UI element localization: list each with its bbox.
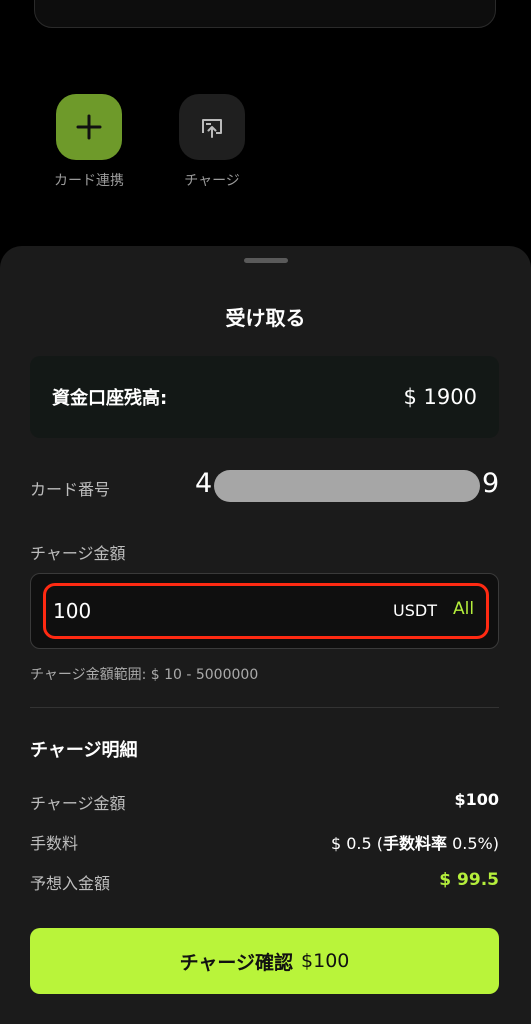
link-card-action[interactable]: カード連携 — [34, 94, 144, 190]
page: カード連携 チャージ 受け取る 資金口座残高: $ 1900 カード番号 4 9… — [0, 0, 531, 1024]
confirm-amount: $100 — [301, 950, 350, 972]
charge-action[interactable]: チャージ — [157, 94, 267, 190]
card-number-row: カード番号 4 9 — [30, 468, 500, 504]
card-number-mask — [214, 470, 480, 502]
detail-row-fee: 手数料 $ 0.5 (手数料率 0.5%) — [30, 830, 499, 854]
link-card-button[interactable] — [56, 94, 122, 160]
balance-box: 資金口座残高: $ 1900 — [30, 356, 499, 438]
detail-row-amount: チャージ金額 $100 — [30, 790, 499, 814]
detail-amount-label: チャージ金額 — [30, 794, 126, 813]
sheet-drag-handle[interactable] — [244, 258, 288, 263]
detail-expected-label: 予想入金額 — [30, 874, 111, 893]
details-title: チャージ明細 — [30, 740, 138, 761]
amount-range-text: チャージ金額範囲: $ 10 - 5000000 — [30, 667, 259, 683]
card-number-last-digit: 9 — [482, 468, 500, 499]
detail-amount-value: $100 — [454, 790, 499, 809]
fee-rate-value: 0.5%) — [447, 834, 499, 853]
confirm-label: チャージ確認 — [179, 951, 294, 974]
amount-unit: USDT — [393, 601, 437, 620]
link-card-label: カード連携 — [54, 173, 124, 189]
divider — [30, 707, 499, 708]
confirm-charge-button[interactable]: チャージ確認 $100 — [30, 928, 499, 994]
card-number-label: カード番号 — [30, 480, 111, 499]
receive-sheet: 受け取る 資金口座残高: $ 1900 カード番号 4 9 チャージ金額 USD… — [0, 246, 531, 1024]
sheet-title: 受け取る — [225, 306, 306, 330]
all-amount-button[interactable]: All — [453, 599, 474, 619]
card-preview — [34, 0, 496, 28]
detail-fee-label: 手数料 — [30, 834, 79, 853]
charge-button[interactable] — [179, 94, 245, 160]
balance-value: $ 1900 — [403, 385, 477, 409]
fee-rate-label: 手数料率 — [383, 834, 448, 853]
amount-input[interactable] — [53, 594, 353, 628]
amount-label: チャージ金額 — [30, 544, 126, 563]
detail-fee-value: $ 0.5 (手数料率 0.5%) — [331, 830, 499, 854]
balance-label: 資金口座残高: — [52, 388, 168, 409]
detail-expected-value: $ 99.5 — [439, 870, 499, 890]
charge-label: チャージ — [184, 173, 240, 189]
detail-row-expected: 予想入金額 $ 99.5 — [30, 870, 499, 894]
card-number-first-digit: 4 — [195, 468, 213, 499]
fee-amount: $ 0.5 ( — [330, 834, 383, 853]
charge-icon — [202, 119, 222, 138]
amount-field-box: USDT All — [30, 573, 499, 649]
plus-icon — [76, 114, 102, 140]
